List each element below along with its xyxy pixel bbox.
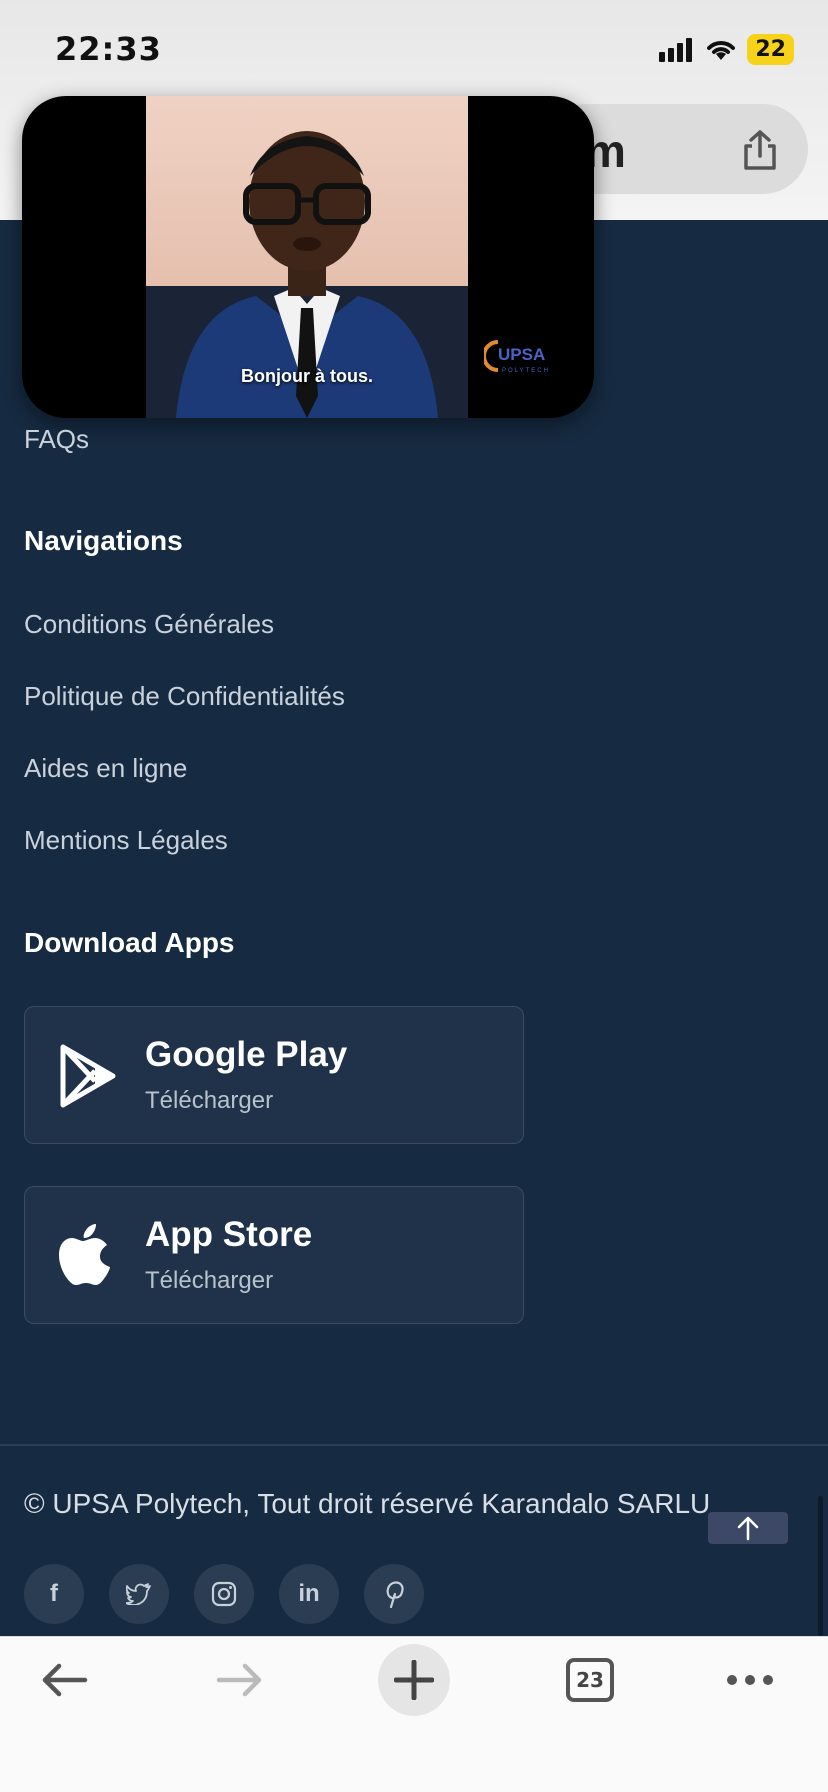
navigations-heading: Navigations bbox=[24, 525, 183, 556]
google-play-label: Google Play bbox=[145, 1035, 348, 1074]
share-icon[interactable] bbox=[740, 128, 780, 172]
linkedin-icon[interactable]: in bbox=[279, 1564, 339, 1624]
footer-divider bbox=[0, 1444, 828, 1446]
svg-text:POLYTECH: POLYTECH bbox=[502, 368, 550, 374]
app-store-label: App Store bbox=[145, 1215, 313, 1254]
facebook-icon[interactable]: f bbox=[24, 1564, 84, 1624]
plus-icon bbox=[394, 1660, 434, 1700]
download-apps-heading: Download Apps bbox=[24, 927, 235, 958]
faq-link[interactable]: FAQs bbox=[24, 424, 89, 455]
more-dots-icon bbox=[727, 1675, 773, 1685]
browser-bottom-toolbar: 23 bbox=[0, 1636, 828, 1792]
google-play-sub: Télécharger bbox=[145, 1087, 274, 1114]
nav-link-help[interactable]: Aides en ligne bbox=[24, 753, 187, 784]
nav-link-conditions[interactable]: Conditions Générales bbox=[24, 609, 274, 640]
social-links: f in bbox=[24, 1564, 424, 1624]
battery-indicator: 22 bbox=[747, 34, 794, 65]
forward-arrow-icon bbox=[216, 1663, 262, 1697]
video-pip[interactable]: Bonjour à tous. UPSA POLYTECH bbox=[22, 96, 594, 418]
cellular-signal-icon bbox=[659, 37, 693, 62]
twitter-icon[interactable] bbox=[109, 1564, 169, 1624]
tab-count: 23 bbox=[566, 1658, 614, 1702]
instagram-icon[interactable] bbox=[194, 1564, 254, 1624]
svg-text:UPSA: UPSA bbox=[498, 345, 545, 364]
wifi-icon bbox=[707, 40, 736, 60]
page-scrollbar[interactable] bbox=[818, 1496, 823, 1636]
new-tab-button[interactable] bbox=[378, 1644, 450, 1716]
status-icons: 22 bbox=[659, 34, 794, 65]
google-play-button[interactable]: Google Play Télécharger bbox=[24, 1006, 524, 1144]
nav-link-legal[interactable]: Mentions Légales bbox=[24, 825, 228, 856]
nav-link-privacy[interactable]: Politique de Confidentialités bbox=[24, 681, 345, 712]
tabs-button[interactable]: 23 bbox=[560, 1637, 620, 1723]
upsa-logo: UPSA POLYTECH bbox=[482, 334, 570, 383]
forward-button[interactable] bbox=[212, 1637, 268, 1723]
back-button[interactable] bbox=[36, 1637, 92, 1723]
more-menu-button[interactable] bbox=[724, 1637, 776, 1723]
app-store-sub: Télécharger bbox=[145, 1267, 274, 1294]
app-store-button[interactable]: App Store Télécharger bbox=[24, 1186, 524, 1324]
arrow-up-icon bbox=[737, 1516, 759, 1541]
status-time: 22:33 bbox=[55, 30, 162, 68]
back-to-top-button[interactable] bbox=[708, 1512, 788, 1544]
video-caption: Bonjour à tous. bbox=[241, 366, 373, 386]
google-play-icon bbox=[60, 1044, 116, 1108]
back-arrow-icon bbox=[42, 1663, 88, 1697]
pinterest-icon[interactable] bbox=[364, 1564, 424, 1624]
apple-icon bbox=[59, 1224, 110, 1285]
copyright-text: © UPSA Polytech, Tout droit réservé Kara… bbox=[24, 1488, 711, 1519]
